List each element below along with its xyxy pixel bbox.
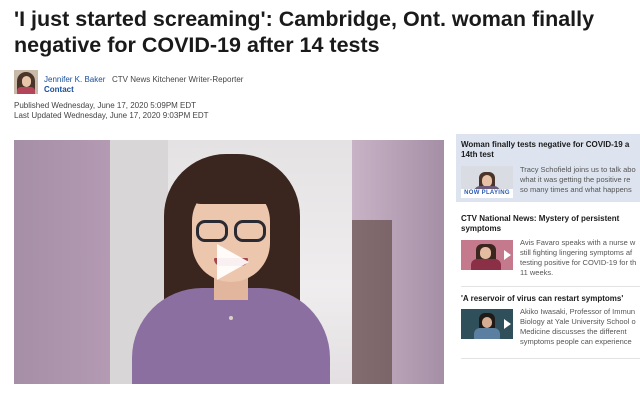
related-videos: Woman finally tests negative for COVID-1… (456, 134, 640, 400)
now-playing-badge: NOW PLAYING (461, 189, 513, 198)
video-blur-left (14, 140, 110, 384)
article-headline: 'I just started screaming': Cambridge, O… (14, 6, 640, 58)
play-icon (504, 319, 511, 329)
divider (461, 286, 640, 287)
headline-line-2: negative for COVID-19 after 14 tests (14, 33, 380, 57)
play-icon[interactable] (217, 244, 249, 280)
headline-line-1: 'I just started screaming': Cambridge, O… (14, 7, 595, 31)
related-description: Tracy Schofield joins us to talk abo wha… (520, 165, 636, 194)
video-blur-right (352, 140, 444, 384)
published-date: Published Wednesday, June 17, 2020 5:09P… (14, 101, 197, 110)
contact-link[interactable]: Contact (44, 85, 74, 94)
author-name-link[interactable]: Jennifer K. Baker (44, 75, 105, 84)
article-dates: Published Wednesday, June 17, 2020 5:09P… (14, 101, 209, 121)
related-thumbnail[interactable] (461, 309, 513, 339)
author-role: CTV News Kitchener Writer-Reporter (112, 75, 244, 84)
related-thumbnail[interactable] (461, 240, 513, 270)
play-icon (504, 250, 511, 260)
related-title[interactable]: 'A reservoir of virus can restart sympto… (461, 294, 640, 304)
video-player[interactable] (14, 140, 444, 384)
related-title[interactable]: Woman finally tests negative for COVID-1… (461, 140, 640, 160)
author-avatar (14, 70, 38, 94)
divider (461, 358, 640, 359)
updated-date: Last Updated Wednesday, June 17, 2020 9:… (14, 111, 209, 120)
related-title[interactable]: CTV National News: Mystery of persistent… (461, 214, 640, 234)
related-description: Avis Favaro speaks with a nurse w still … (520, 238, 637, 277)
related-description: Akiko Iwasaki, Professor of Immun Biolog… (520, 307, 636, 346)
